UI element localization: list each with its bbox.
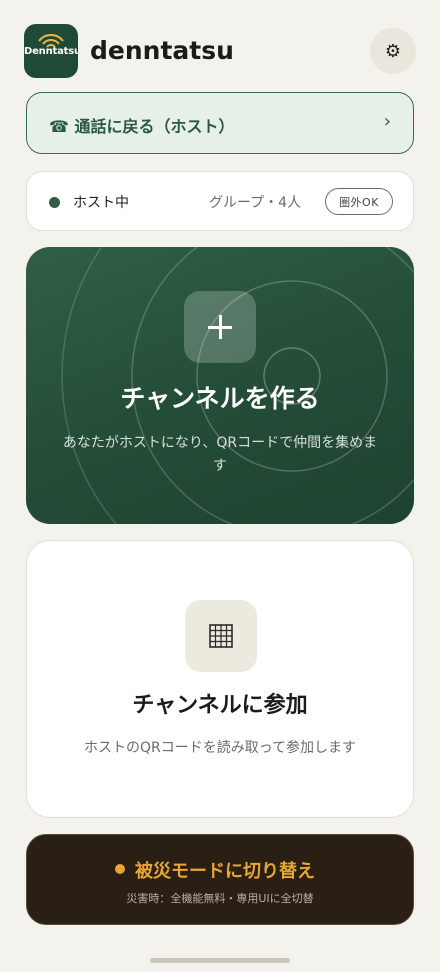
join-channel-title: チャンネルに参加	[132, 693, 308, 718]
status-card: ホスト中 グループ・4人 圏外OK	[26, 171, 414, 231]
app-screen: Denntatsu denntatsu ⚙ ☎ 通話に戻る（ホスト） › ホスト…	[0, 0, 440, 972]
join-channel-card[interactable]: チャンネルに参加 ホストのQRコードを読み取って参加します	[26, 540, 414, 818]
app-logo: Denntatsu	[24, 24, 78, 78]
create-channel-title: チャンネルを作る	[120, 384, 320, 413]
app-title: denntatsu	[90, 36, 234, 65]
header: Denntatsu denntatsu ⚙	[24, 24, 416, 80]
return-to-call-button[interactable]: ☎ 通話に戻る（ホスト） ›	[26, 92, 414, 154]
return-to-call-label: ☎ 通話に戻る（ホスト）	[49, 117, 235, 136]
offline-ok-badge: 圏外OK	[325, 188, 393, 215]
host-status-text: ホスト中	[73, 195, 129, 211]
create-channel-description: あなたがホストになり、QRコードで仲間を集めます	[62, 435, 378, 474]
status-indicator-dot	[49, 197, 60, 208]
disaster-mode-button[interactable]: 被災モードに切り替え 災害時：全機能無料・専用UIに全切替	[26, 834, 414, 925]
logo-text: Denntatsu	[24, 46, 78, 57]
join-channel-description: ホストのQRコードを読み取って参加します	[83, 740, 357, 756]
gear-icon: ⚙	[384, 40, 402, 62]
create-channel-card[interactable]: チャンネルを作る あなたがホストになり、QRコードで仲間を集めます	[26, 247, 414, 524]
group-count-text: グループ・4人	[209, 195, 302, 211]
qr-grid-icon	[185, 600, 257, 672]
settings-button[interactable]: ⚙	[370, 28, 416, 74]
disaster-mode-label: 被災モードに切り替え	[135, 861, 315, 882]
disaster-mode-subtitle: 災害時：全機能無料・専用UIに全切替	[126, 892, 314, 905]
home-indicator[interactable]	[150, 958, 290, 963]
chevron-right-icon: ›	[383, 111, 391, 132]
disaster-indicator-dot	[115, 864, 125, 874]
plus-icon	[184, 291, 256, 363]
